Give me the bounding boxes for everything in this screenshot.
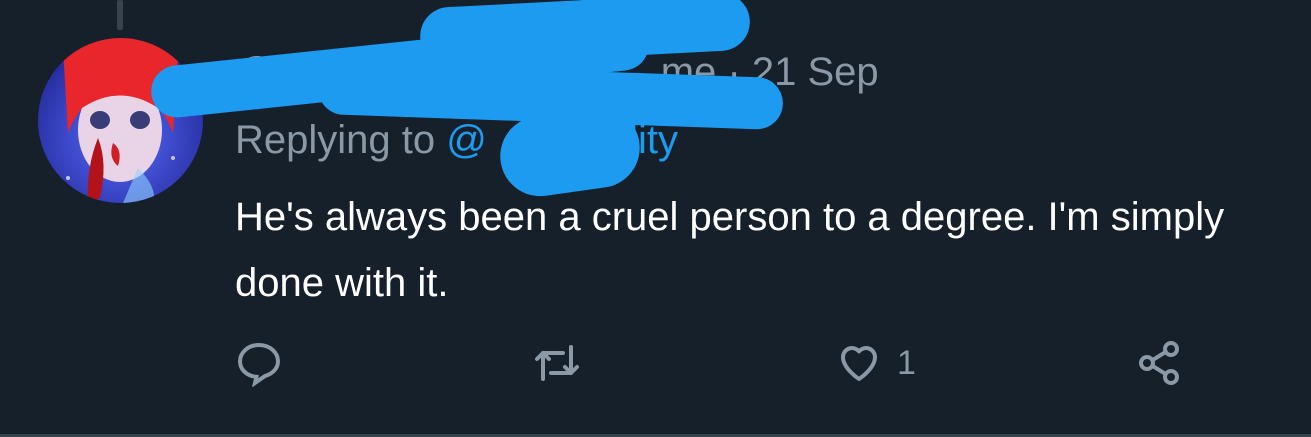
- retweet-icon: [535, 345, 579, 381]
- reply-mention[interactable]: @: [446, 118, 487, 162]
- avatar-image: [38, 38, 203, 203]
- reply-button[interactable]: [235, 338, 297, 388]
- like-icon: [841, 346, 877, 381]
- like-count: 1: [897, 343, 916, 382]
- thread-connector-line: [117, 0, 123, 30]
- reply-prefix: Replying to: [235, 118, 436, 162]
- reply-icon: [237, 342, 281, 387]
- avatar[interactable]: [38, 38, 203, 203]
- share-icon: [1139, 341, 1179, 385]
- like-button[interactable]: 1: [835, 338, 916, 388]
- retweet-button[interactable]: [533, 338, 595, 388]
- tweet-action-bar: 1: [235, 338, 1235, 388]
- tweet-text: He's always been a cruel person to a deg…: [235, 195, 1225, 305]
- share-button[interactable]: [1135, 338, 1183, 388]
